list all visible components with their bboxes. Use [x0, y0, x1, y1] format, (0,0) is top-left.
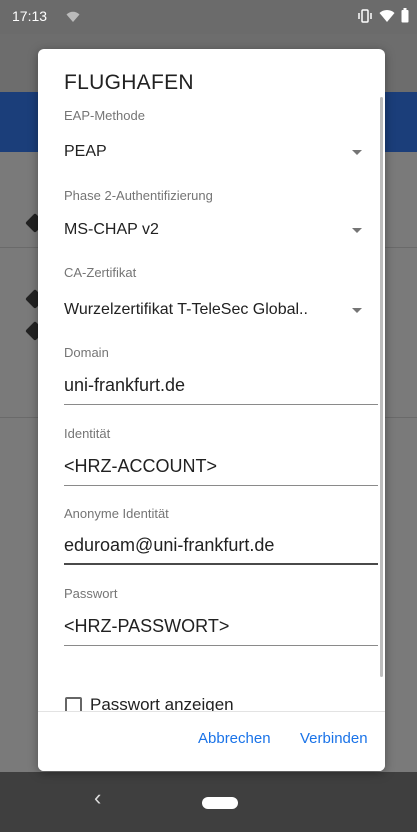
- eap-method-label: EAP-Methode: [64, 108, 145, 123]
- anonymous-identity-field[interactable]: [64, 531, 378, 565]
- identity-field[interactable]: [64, 452, 378, 486]
- phase2-auth-select[interactable]: MS-CHAP v2: [64, 221, 159, 239]
- back-nav-icon[interactable]: ‹: [94, 785, 101, 811]
- dropdown-caret-icon[interactable]: [352, 308, 362, 313]
- wifi-config-dialog: FLUGHAFEN EAP-Methode PEAP Phase 2-Authe…: [38, 49, 385, 771]
- ca-cert-label: CA-Zertifikat: [64, 265, 137, 280]
- navigation-bar: ‹: [0, 772, 417, 832]
- password-label: Passwort: [64, 586, 118, 601]
- dialog-scrollbar[interactable]: [380, 97, 383, 677]
- status-time: 17:13: [12, 8, 48, 24]
- dialog-title: FLUGHAFEN: [64, 71, 194, 94]
- connect-button[interactable]: Verbinden: [300, 730, 368, 747]
- cancel-button[interactable]: Abbrechen: [198, 730, 271, 747]
- domain-label: Domain: [64, 345, 109, 360]
- home-nav-icon[interactable]: [202, 797, 238, 809]
- eap-method-select[interactable]: PEAP: [64, 143, 107, 161]
- identity-label: Identität: [64, 426, 111, 441]
- ca-cert-select[interactable]: Wurzelzertifikat T-TeleSec Global..: [64, 301, 308, 319]
- vibrate-icon: [357, 8, 373, 28]
- domain-field[interactable]: [64, 371, 378, 405]
- status-bar: 17:13: [0, 0, 417, 34]
- password-field[interactable]: [64, 612, 378, 646]
- anonymous-identity-label: Anonyme Identität: [64, 506, 169, 521]
- wifi-signal-icon: [379, 9, 395, 28]
- battery-icon: [401, 8, 409, 28]
- dialog-footer: Abbrechen Verbinden: [38, 711, 385, 771]
- phase2-auth-label: Phase 2-Authentifizierung: [64, 188, 213, 203]
- status-icons: [357, 8, 409, 28]
- wifi-notification-icon: [66, 10, 80, 28]
- dropdown-caret-icon[interactable]: [352, 228, 362, 233]
- dropdown-caret-icon[interactable]: [352, 150, 362, 155]
